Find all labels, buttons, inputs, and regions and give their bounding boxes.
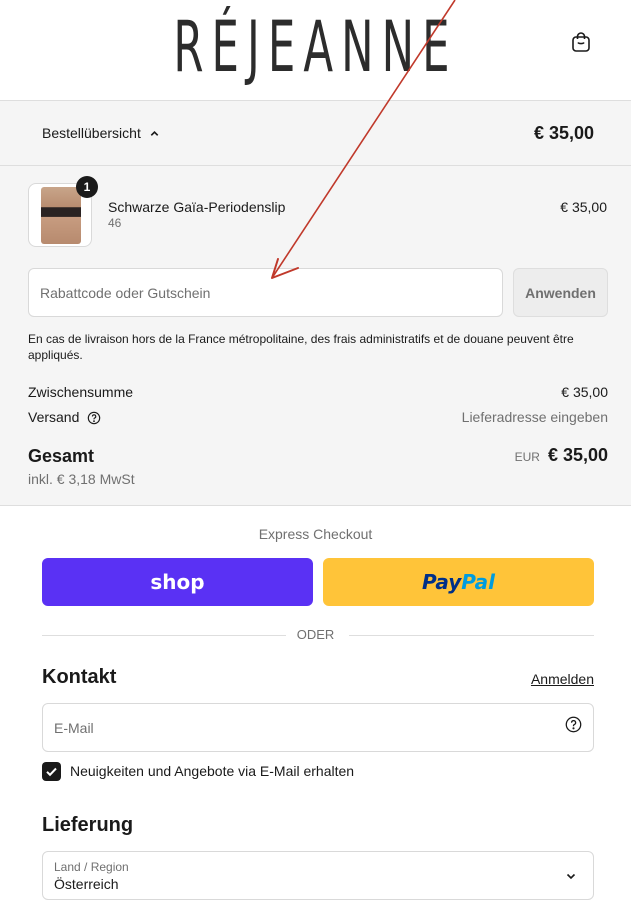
order-details: 1 Schwarze Gaïa-Periodenslip 46 € 35,00 … [0,166,631,506]
chevron-down-icon [566,873,576,880]
checkmark-icon [46,767,57,777]
total-currency: EUR [514,450,540,464]
newsletter-label: Neuigkeiten und Angebote via E-Mail erha… [70,763,355,779]
shipping-row: Versand Lieferadresse eingeben [28,409,608,425]
question-circle-icon[interactable] [565,716,582,733]
email-field[interactable] [42,703,594,752]
paypal-label-pay: Pay [421,570,462,594]
brand-logo[interactable]: RÉJEANNE [120,6,511,88]
shop-pay-button[interactable]: shop [42,558,313,606]
product-image [41,187,81,244]
paypal-button[interactable]: PayPal [323,558,594,606]
order-summary-toggle-label: Bestellübersicht [42,125,141,141]
shipping-value: Lieferadresse eingeben [461,409,608,426]
subtotal-value: € 35,00 [561,384,608,400]
product-price: € 35,00 [560,199,607,215]
order-summary-bar: Bestellübersicht € 35,00 [0,101,631,166]
contact-title: Kontakt [42,666,117,688]
order-summary-toggle[interactable]: Bestellübersicht [42,125,160,141]
country-region-select[interactable]: Land / Region Österreich [42,851,594,900]
divider-right [349,635,594,636]
summary-total: € 35,00 [533,123,594,143]
newsletter-checkbox[interactable] [42,762,61,781]
paypal-label-pal: Pal [461,570,496,594]
signin-link[interactable]: Anmelden [531,671,594,687]
discount-code-input[interactable] [28,268,503,317]
express-checkout-title: Express Checkout [258,526,373,542]
subtotal-row: Zwischensumme € 35,00 [28,384,608,400]
question-circle-icon[interactable] [87,411,101,425]
country-region-value: Österreich [54,876,119,892]
tax-line: inkl. € 3,18 MwSt [28,471,135,487]
delivery-title: Lieferung [42,814,134,836]
quantity-badge: 1 [76,176,98,198]
total-amount: EUR € 35,00 [515,445,608,466]
product-name: Schwarze Gaïa-Periodenslip [108,199,286,215]
chevron-up-icon [150,130,159,136]
product-thumbnail: 1 [28,176,98,247]
product-variant: 46 [108,216,122,230]
shop-pay-label: shop [150,570,205,594]
total-label: Gesamt [28,446,95,466]
apply-discount-button[interactable]: Anwenden [513,268,608,317]
total-value: € 35,00 [547,445,608,465]
country-region-label: Land / Region [54,860,129,874]
shipping-label: Versand [28,409,80,425]
header: RÉJEANNE [0,0,631,101]
subtotal-label: Zwischensumme [28,384,134,400]
shopping-bag-icon[interactable] [569,30,593,54]
shipping-notice: En cas de livraison hors de la France mé… [28,332,574,362]
